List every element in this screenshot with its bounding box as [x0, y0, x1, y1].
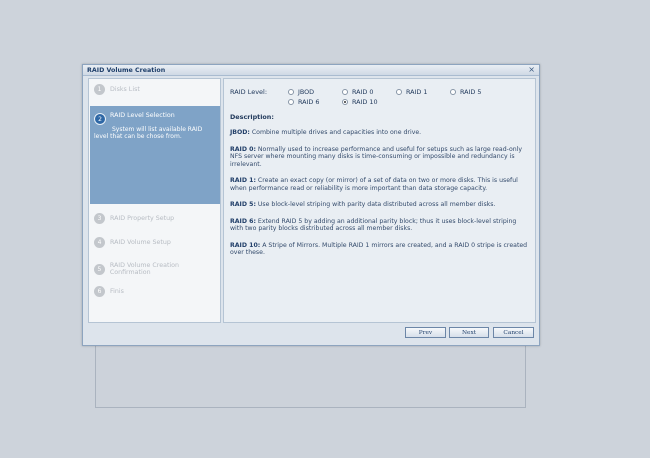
- description-term: RAID 5:: [230, 201, 256, 208]
- step-finish: 6 Finis: [94, 286, 124, 297]
- radio-button[interactable]: [396, 89, 402, 95]
- cancel-button[interactable]: Cancel: [493, 327, 534, 338]
- step-label: RAID Volume Setup: [110, 239, 171, 246]
- description-jbod: JBOD: Combine multiple drives and capaci…: [230, 129, 529, 137]
- raid-volume-creation-dialog: RAID Volume Creation × 1 Disks List 2 RA…: [82, 64, 540, 346]
- step-number-icon: 3: [94, 213, 105, 224]
- raid-option-raid5[interactable]: RAID 5: [450, 88, 481, 96]
- radio-button-selected[interactable]: [342, 99, 348, 105]
- step-disks-list: 1 Disks List: [94, 84, 140, 95]
- raid-level-label: RAID Level:: [230, 88, 268, 96]
- step-label: Disks List: [110, 86, 140, 93]
- raid-option-raid6[interactable]: RAID 6: [288, 98, 342, 106]
- step-number-icon: 2: [94, 113, 106, 125]
- description-term: JBOD:: [230, 129, 250, 136]
- raid-option-raid0[interactable]: RAID 0: [342, 88, 396, 96]
- step-raid-level-selection: 2 RAID Level Selection System will list …: [90, 106, 220, 204]
- close-icon[interactable]: ×: [528, 66, 535, 74]
- background-panel: [95, 345, 526, 408]
- prev-button[interactable]: Prev: [405, 327, 446, 338]
- description-term: RAID 6:: [230, 217, 256, 225]
- description-text: Normally used to increase performance an…: [230, 145, 523, 168]
- raid-option-jbod[interactable]: JBOD: [288, 88, 342, 96]
- step-raid-volume-creation-confirmation: 5 RAID Volume Creation Confirmation: [94, 262, 220, 276]
- description-text: Use block-level striping with parity dat…: [255, 201, 496, 208]
- description-text: Create an exact copy (or mirror) of a se…: [230, 177, 518, 192]
- dialog-title: RAID Volume Creation: [87, 66, 166, 74]
- raid-level-content: RAID Level: JBOD RAID 0 RAID 1 RAID 5 RA…: [223, 78, 536, 323]
- step-label: RAID Level Selection: [110, 112, 175, 119]
- radio-button[interactable]: [450, 89, 456, 95]
- raid-option-label: JBOD: [298, 88, 315, 96]
- step-raid-volume-setup: 4 RAID Volume Setup: [94, 237, 171, 248]
- step-label: RAID Property Setup: [110, 215, 175, 222]
- radio-button[interactable]: [342, 89, 348, 95]
- raid-option-label: RAID 1: [406, 88, 428, 96]
- raid-option-raid10[interactable]: RAID 10: [342, 98, 378, 106]
- step-description: System will list available RAID level th…: [94, 126, 203, 140]
- description-raid1: RAID 1: Create an exact copy (or mirror)…: [230, 177, 529, 192]
- description-term: RAID 10:: [230, 241, 261, 249]
- description-title: Description:: [230, 113, 274, 121]
- description-text: Combine multiple drives and capacities i…: [249, 129, 422, 136]
- step-label: Finis: [110, 288, 124, 295]
- description-raid0: RAID 0: Normally used to increase perfor…: [230, 146, 529, 169]
- description-raid6: RAID 6: Extend RAID 5 by adding an addit…: [230, 218, 529, 233]
- raid-level-row-1: RAID Level: JBOD RAID 0 RAID 1 RAID 5: [230, 87, 529, 97]
- radio-button[interactable]: [288, 89, 294, 95]
- raid-level-row-2: RAID 6 RAID 10: [230, 97, 529, 107]
- raid-option-raid1[interactable]: RAID 1: [396, 88, 450, 96]
- step-number-icon: 4: [94, 237, 105, 248]
- description-raid5: RAID 5: Use block-level striping with pa…: [230, 201, 529, 209]
- step-number-icon: 1: [94, 84, 105, 95]
- step-number-icon: 5: [94, 263, 105, 275]
- description-term: RAID 0:: [230, 145, 256, 153]
- radio-button[interactable]: [288, 99, 294, 105]
- wizard-steps-panel: 1 Disks List 2 RAID Level Selection Syst…: [88, 78, 221, 323]
- title-bar: RAID Volume Creation ×: [83, 65, 539, 76]
- raid-option-label: RAID 6: [298, 98, 320, 106]
- raid-option-label: RAID 10: [352, 98, 378, 106]
- description-term: RAID 1:: [230, 177, 256, 184]
- step-raid-property-setup: 3 RAID Property Setup: [94, 213, 174, 224]
- description-raid10: RAID 10: A Stripe of Mirrors. Multiple R…: [230, 242, 529, 257]
- next-button[interactable]: Next: [449, 327, 489, 338]
- description-text: Extend RAID 5 by adding an additional pa…: [230, 217, 517, 233]
- step-label: RAID Volume Creation Confirmation: [109, 262, 180, 276]
- step-number-icon: 6: [94, 286, 105, 297]
- raid-option-label: RAID 0: [352, 88, 374, 96]
- raid-option-label: RAID 5: [460, 88, 482, 96]
- description-text: A Stripe of Mirrors. Multiple RAID 1 mir…: [230, 241, 528, 257]
